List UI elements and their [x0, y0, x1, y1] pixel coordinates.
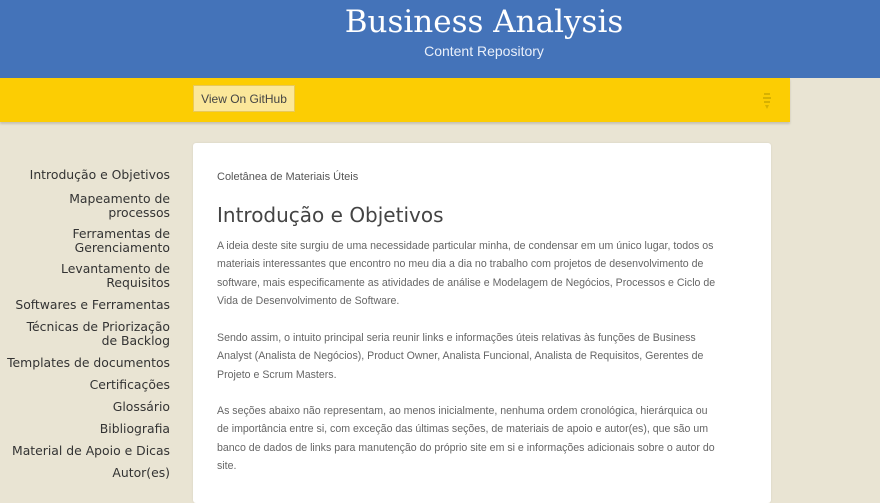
- paragraph-intro: A ideia deste site surgiu de uma necessi…: [217, 240, 716, 307]
- paragraph-purpose: Sendo assim, o intuito principal seria r…: [217, 332, 704, 381]
- site-subtitle: Content Repository: [424, 43, 544, 59]
- view-on-github-button[interactable]: View On GitHub: [193, 85, 295, 112]
- sidebar-item-introducao[interactable]: Introdução e Objetivos: [30, 168, 170, 182]
- sidebar-item-certificacoes[interactable]: Certificações: [90, 378, 170, 392]
- sidebar-item-levantamento[interactable]: Levantamento de Requisitos: [50, 262, 170, 290]
- top-ribbon: [0, 78, 790, 122]
- sidebar-item-material-apoio[interactable]: Material de Apoio e Dicas: [12, 444, 170, 458]
- site-title: Business Analysis: [344, 4, 624, 40]
- sidebar-item-tecnicas-priorizacao[interactable]: Técnicas de Priorização de Backlog: [20, 320, 170, 348]
- content-card: Coletânea de Materiais Úteis Introdução …: [193, 143, 771, 503]
- sidebar-item-mapeamento[interactable]: Mapeamento de processos: [60, 192, 170, 220]
- sidebar-item-autores[interactable]: Autor(es): [112, 466, 170, 480]
- sidebar-item-glossario[interactable]: Glossário: [113, 400, 170, 414]
- sidebar-item-ferramentas-gerenciamento[interactable]: Ferramentas de Gerenciamento: [60, 227, 170, 255]
- breadcrumb: Coletânea de Materiais Úteis: [217, 171, 359, 183]
- page-title: Introdução e Objetivos: [217, 203, 444, 227]
- sidebar-item-bibliografia[interactable]: Bibliografia: [100, 422, 170, 436]
- site-header: Business Analysis Content Repository: [0, 0, 880, 78]
- paragraph-sections: As seções abaixo não representam, ao men…: [217, 405, 715, 472]
- download-icon[interactable]: [760, 92, 774, 110]
- sidebar-item-templates[interactable]: Templates de documentos: [7, 356, 170, 370]
- sidebar-item-softwares[interactable]: Softwares e Ferramentas: [15, 298, 170, 312]
